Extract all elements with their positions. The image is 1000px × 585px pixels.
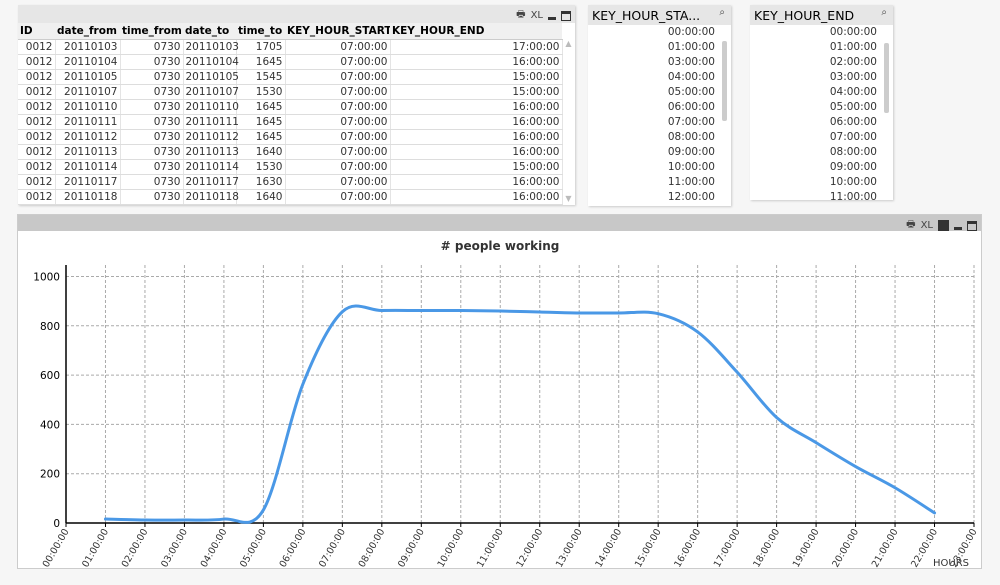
x-tick-label: 19:00:00 [791, 527, 822, 569]
x-tick-label: 10:00:00 [436, 527, 467, 569]
x-tick-label: 15:00:00 [633, 527, 664, 569]
x-tick-label: 12:00:00 [514, 527, 545, 569]
x-tick-label: 17:00:00 [712, 527, 743, 569]
x-tick-label: 20:00:00 [830, 527, 861, 569]
x-tick-label: 00:00:00 [41, 527, 72, 569]
data-line [103, 304, 937, 524]
x-tick-label: 11:00:00 [475, 527, 506, 569]
x-tick-label: 02:00:00 [120, 527, 151, 569]
line-chart: # people working HOURS 02004006008001000… [33, 239, 979, 569]
y-tick-label: 400 [40, 419, 60, 431]
x-tick-label: 16:00:00 [672, 527, 703, 569]
x-tick-label: 13:00:00 [554, 527, 585, 569]
y-tick-label: 800 [40, 321, 60, 333]
x-tick-label: 05:00:00 [238, 527, 269, 569]
y-tick-label: 0 [53, 518, 60, 530]
x-tick-label: 21:00:00 [870, 527, 901, 569]
x-tick-label: 04:00:00 [199, 527, 230, 569]
y-tick-label: 600 [40, 370, 60, 382]
chart-title: # people working [441, 239, 560, 253]
x-tick-label: 07:00:00 [317, 527, 348, 569]
x-tick-label: 09:00:00 [396, 527, 427, 569]
x-tick-label: 01:00:00 [80, 527, 111, 569]
x-tick-label: 18:00:00 [751, 527, 782, 569]
x-tick-label: 06:00:00 [278, 527, 309, 569]
y-tick-label: 200 [40, 469, 60, 481]
x-tick-label: 14:00:00 [593, 527, 624, 569]
y-tick-label: 1000 [33, 272, 60, 284]
x-tick-label: 08:00:00 [357, 527, 388, 569]
x-tick-label: 03:00:00 [159, 527, 190, 569]
